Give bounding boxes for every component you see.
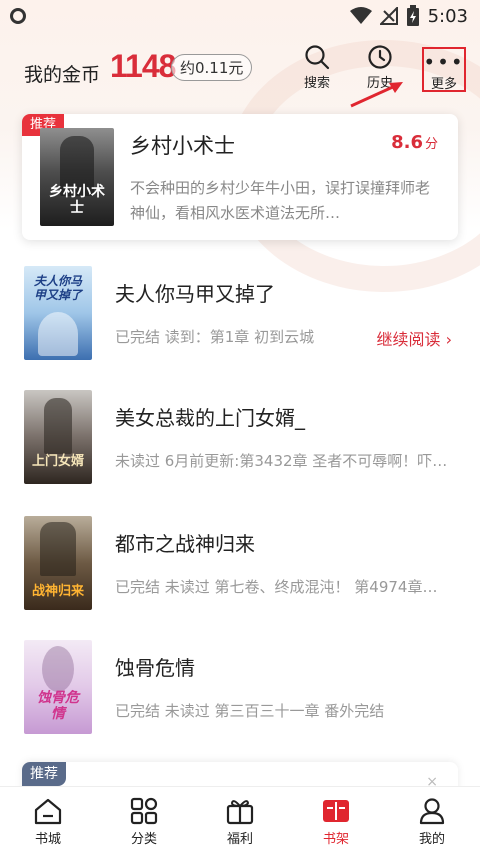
book-description: 不会种田的乡村少年牛小田，误打误撞拜师老神仙，看相风水医术道法无所… — [130, 179, 431, 222]
cover-title: 上门女婿 — [31, 454, 84, 469]
bookshelf-item[interactable]: 战神归来 都市之战神归来 已完结 未读过 第七卷、终成混沌！ 第4974章… — [0, 516, 480, 616]
nav-item-welfare[interactable]: 福利 — [192, 787, 288, 853]
score-value: 8.6 — [391, 132, 423, 153]
cover-title: 夫人你马甲又掉了 — [33, 274, 82, 302]
nav-item-profile[interactable]: 我的 — [384, 787, 480, 853]
bookshelf-item[interactable]: 蚀骨危情 蚀骨危情 已完结 未读过 第三百三十一章 番外完结 — [0, 640, 480, 740]
nav-item-bookstore[interactable]: 书城 — [0, 787, 96, 853]
wifi-icon — [349, 7, 372, 24]
recommend-tag: 推荐 — [22, 762, 66, 786]
nav-label: 我的 — [418, 832, 445, 847]
book-cover[interactable]: 乡村小术士 — [40, 128, 114, 226]
header: 我的金币 1148 约0.11元 搜索 历史 ••• 更多 — [0, 40, 480, 100]
notification-app-icon — [10, 8, 26, 24]
book-title: 夫人你马甲又掉了 — [115, 282, 275, 306]
annotation-arrow-icon — [350, 82, 403, 108]
category-icon — [130, 797, 158, 825]
book-cover[interactable]: 夫人你马甲又掉了 — [24, 266, 92, 360]
bottom-nav: 书城 分类 福利 书架 我的 — [0, 786, 480, 853]
book-cover[interactable]: 上门女婿 — [24, 390, 92, 484]
search-icon — [305, 45, 330, 70]
score-unit: 分 — [424, 137, 438, 152]
coin-label: 我的金币 — [24, 64, 101, 86]
book-progress: 已完结 读到：第1章 初到云城 — [115, 328, 315, 346]
book-cover[interactable]: 蚀骨危情 — [24, 640, 92, 734]
book-title: 蚀骨危情 — [115, 656, 195, 680]
cover-title: 乡村小术士 — [49, 184, 105, 216]
battery-charging-icon — [406, 5, 419, 26]
clock-icon — [368, 45, 392, 69]
bookshelf-icon — [323, 800, 349, 822]
status-bar: 5:03 — [0, 0, 480, 34]
book-title: 美女总裁的上门女婿_ — [115, 406, 305, 430]
nav-label: 福利 — [226, 832, 253, 847]
book-cover[interactable]: 战神归来 — [24, 516, 92, 610]
clock: 5:03 — [427, 5, 468, 27]
more-button[interactable]: ••• 更多 — [422, 47, 466, 92]
nav-label: 分类 — [130, 832, 157, 847]
more-dots-icon: ••• — [423, 50, 465, 74]
search-button[interactable]: 搜索 — [293, 44, 341, 96]
search-label: 搜索 — [303, 76, 330, 91]
featured-book-card[interactable]: 推荐 乡村小术士 乡村小术士 8.6 分 不会种田的乡村少年牛小田，误打误撞拜师老… — [22, 114, 458, 240]
coin-approx-badge: 约0.11元 — [171, 54, 253, 81]
book-title: 乡村小术士 — [130, 134, 235, 158]
more-label: 更多 — [430, 77, 457, 92]
profile-icon — [419, 798, 445, 825]
gift-icon — [226, 800, 254, 825]
bookshelf-item[interactable]: 上门女婿 美女总裁的上门女婿_ 未读过 6月前更新:第3432章 圣者不可辱啊！… — [0, 390, 480, 490]
coin-value[interactable]: 1148 — [110, 48, 176, 85]
continue-reading-link[interactable]: 继续阅读 › — [377, 326, 453, 350]
home-icon — [34, 798, 62, 825]
bookshelf-item[interactable]: 夫人你马甲又掉了 夫人你马甲又掉了 已完结 读到：第1章 初到云城 继续阅读 › — [0, 266, 480, 366]
cover-title: 战神归来 — [31, 584, 84, 599]
no-signal-icon — [379, 7, 398, 25]
book-score: 8.6 分 — [391, 132, 438, 153]
book-progress: 未读过 6月前更新:第3432章 圣者不可辱啊！吓… — [115, 452, 448, 470]
nav-label: 书架 — [322, 832, 349, 847]
nav-label: 书城 — [34, 832, 61, 847]
book-progress: 已完结 未读过 第七卷、终成混沌！ 第4974章… — [115, 578, 438, 596]
cover-title: 蚀骨危情 — [37, 690, 79, 722]
book-title: 都市之战神归来 — [115, 532, 255, 556]
nav-item-bookshelf[interactable]: 书架 — [288, 787, 384, 853]
nav-item-category[interactable]: 分类 — [96, 787, 192, 853]
book-progress: 已完结 未读过 第三百三十一章 番外完结 — [115, 702, 385, 720]
